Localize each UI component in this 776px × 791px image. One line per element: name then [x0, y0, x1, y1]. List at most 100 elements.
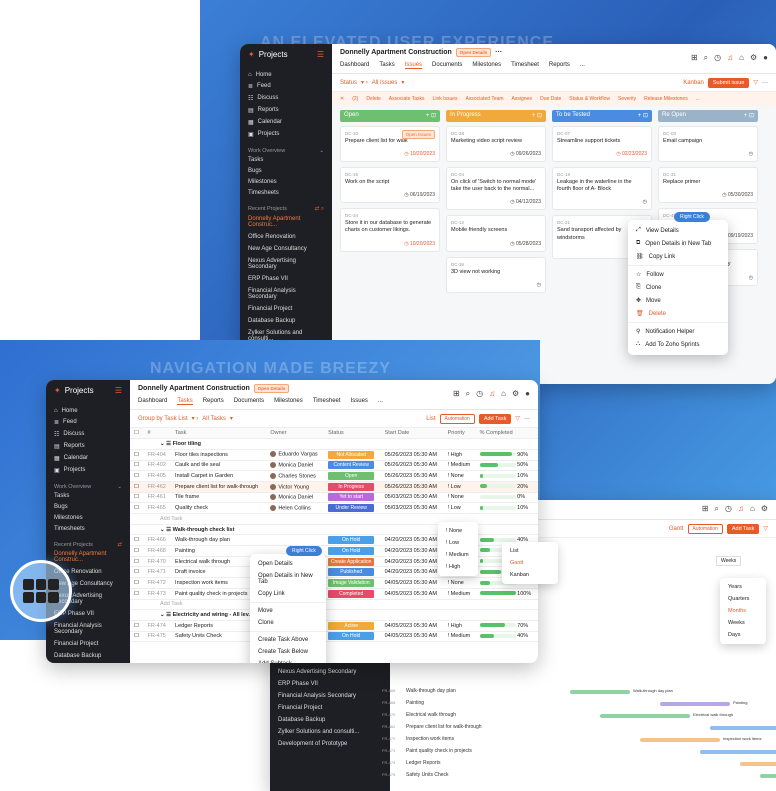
- recent-project[interactable]: Development of Prototype: [278, 738, 382, 750]
- gantt-task-name[interactable]: Walk-through day plan: [406, 688, 456, 694]
- apps-icon[interactable]: ⌂: [501, 389, 506, 399]
- gantt-task-name[interactable]: Safety Units Check: [406, 772, 449, 778]
- tab-tasks[interactable]: Tasks: [379, 62, 394, 69]
- search-icon[interactable]: ⌕: [715, 504, 719, 514]
- recent-project[interactable]: Zylker Solutions and consulti...: [54, 662, 122, 663]
- add-icon[interactable]: + ⊡: [426, 112, 436, 120]
- view-option[interactable]: Kanban: [502, 569, 558, 581]
- task-status[interactable]: Active: [324, 620, 381, 632]
- all-issues-filter[interactable]: All Issues: [372, 80, 398, 86]
- tab-timesheet[interactable]: Timesheet: [511, 62, 539, 69]
- apps-icon[interactable]: ⌂: [739, 53, 744, 63]
- scale-option[interactable]: Weeks: [720, 617, 766, 629]
- task-status[interactable]: On Hold: [324, 534, 381, 547]
- scale-option[interactable]: Days: [720, 629, 766, 641]
- row-checkbox[interactable]: ☐: [130, 631, 144, 643]
- tab-issues[interactable]: Issues: [404, 62, 423, 69]
- issue-card[interactable]: DC-04 On click of 'Switch to normal mode'…: [446, 167, 546, 211]
- task-name[interactable]: Prepare client list for walk-through: [171, 481, 267, 493]
- task-status[interactable]: In Progress: [324, 481, 381, 493]
- gantt-task-name[interactable]: Paint quality check in projects: [406, 748, 472, 754]
- sidebar-item-tasks[interactable]: Tasks: [248, 154, 324, 165]
- context-menu-item[interactable]: ⤢ View Details: [628, 224, 728, 237]
- issue-card[interactable]: DC-19 Leakage in the waterline in the fou…: [552, 167, 652, 211]
- task-status[interactable]: Published: [324, 566, 381, 579]
- sidebar-item-timesheets[interactable]: Timesheets: [248, 187, 324, 198]
- recent-project[interactable]: Nexus Advertising Secondary: [248, 255, 324, 273]
- group-filter[interactable]: Group by Task List: [138, 416, 188, 422]
- context-menu-item[interactable]: ⛬ Add To Zoho Sprints: [628, 338, 728, 351]
- context-menu-item[interactable]: Copy Link: [250, 588, 326, 600]
- more-icon[interactable]: ···: [524, 416, 530, 422]
- add-icon[interactable]: ⊞: [691, 53, 698, 63]
- sidebar-item-tasks[interactable]: Tasks: [54, 490, 122, 501]
- column-header[interactable]: Start Date: [380, 428, 444, 440]
- row-checkbox[interactable]: ☐: [130, 534, 144, 547]
- apps-icon[interactable]: ⌂: [750, 504, 755, 514]
- column-header[interactable]: Priority: [443, 428, 476, 440]
- recent-project[interactable]: Financial Project: [278, 702, 382, 714]
- recent-project[interactable]: Database Backup: [278, 714, 382, 726]
- bulk-action[interactable]: Link Issues: [433, 96, 458, 102]
- automation-button[interactable]: Automation: [687, 523, 723, 534]
- hamburger-icon[interactable]: ☰: [115, 386, 122, 395]
- tab-documents[interactable]: Documents: [234, 398, 264, 405]
- sidebar-item-home[interactable]: ⌂ Home: [248, 69, 324, 80]
- column-header[interactable]: In Progress + ⊡: [446, 110, 546, 122]
- table-row[interactable]: ☐ FR-404 Floor tiles inspections Eduardo Va…: [130, 449, 538, 461]
- issue-card[interactable]: DC-28 Marketing video script review ◷ 09/2…: [446, 126, 546, 163]
- issue-card[interactable]: DC-03 Email campaign ◷: [658, 126, 758, 163]
- filter-icon[interactable]: ▽: [763, 525, 768, 532]
- app-brand[interactable]: ✦ Projects ☰: [54, 386, 122, 395]
- table-row[interactable]: ☐ FR-475 Safety Units Check On Hold 04/05/20…: [130, 631, 538, 643]
- context-menu-item[interactable]: ⛓ Copy Link: [628, 250, 728, 263]
- bulk-action[interactable]: Status & Workflow: [569, 96, 610, 102]
- add-icon[interactable]: ⊞: [702, 504, 709, 514]
- gantt-task-name[interactable]: Prepare client list for walk-through: [406, 724, 482, 730]
- priority[interactable]: ! Low: [443, 481, 476, 493]
- sidebar-item-feed[interactable]: ≣ Feed: [248, 80, 324, 92]
- recent-projects-header[interactable]: Recent Projects ⇄ ⌕: [248, 206, 324, 213]
- row-checkbox[interactable]: ☐: [130, 556, 144, 568]
- context-menu-item[interactable]: Create Task Below: [250, 646, 326, 658]
- bulk-action[interactable]: Release Milestones: [644, 96, 688, 102]
- scale-option[interactable]: Months: [720, 605, 766, 617]
- sidebar-item-projects[interactable]: ▣ Projects: [248, 128, 324, 140]
- sidebar-item-bugs[interactable]: Bugs: [54, 501, 122, 512]
- add-task-row[interactable]: Add Task: [130, 599, 538, 611]
- task-name[interactable]: Tile frame: [171, 492, 267, 504]
- task-owner[interactable]: Monica Daniel: [266, 492, 325, 504]
- task-status[interactable]: Under Review: [324, 502, 381, 514]
- tab-milestones[interactable]: Milestones: [472, 62, 501, 69]
- row-checkbox[interactable]: ☐: [130, 502, 144, 514]
- filter-icon[interactable]: ▽: [753, 79, 758, 86]
- issue-card[interactable]: DC-16 Work on the script ◷ 06/19/2023: [340, 167, 440, 204]
- task-status[interactable]: Open: [324, 470, 381, 482]
- priority[interactable]: ! None: [443, 492, 476, 504]
- recent-project[interactable]: Financial Project: [54, 638, 122, 650]
- automation-button[interactable]: Automation: [439, 413, 475, 424]
- gear-icon[interactable]: ⚙: [761, 504, 768, 514]
- app-brand[interactable]: ✦ Projects ☰: [248, 50, 324, 59]
- sidebar-item-calendar[interactable]: ▦ Calendar: [248, 116, 324, 128]
- column-header[interactable]: To be Tested + ⊡: [552, 110, 652, 122]
- priority[interactable]: ! Low: [443, 502, 476, 514]
- tab-dashboard[interactable]: Dashboard: [340, 62, 369, 69]
- tab-tasks[interactable]: Tasks: [177, 398, 193, 405]
- context-menu-item[interactable]: Move: [250, 605, 326, 617]
- row-checkbox[interactable]: ☐: [130, 481, 144, 493]
- more-icon[interactable]: ···: [762, 80, 768, 86]
- priority[interactable]: ! Medium: [443, 588, 476, 600]
- gantt-bar[interactable]: [740, 762, 776, 766]
- scale-option[interactable]: Years: [720, 581, 766, 593]
- priority[interactable]: ! High: [443, 620, 476, 632]
- column-header[interactable]: Owner: [266, 428, 325, 440]
- view-switch[interactable]: List: [426, 416, 435, 422]
- sidebar-item-reports[interactable]: ▤ Reports: [54, 440, 122, 452]
- table-row[interactable]: ☐ FR-405 Install Carpet in Garden Charles S…: [130, 470, 538, 482]
- recent-project[interactable]: Office Renovation: [248, 231, 324, 243]
- table-row[interactable]: ☐ FR-474 Ledger Reports Active 04/05/2023 05…: [130, 620, 538, 632]
- sidebar-item-discuss[interactable]: ☷ Discuss: [248, 92, 324, 104]
- sidebar-item-bugs[interactable]: Bugs: [248, 165, 324, 176]
- task-owner[interactable]: Victor Young: [266, 481, 325, 493]
